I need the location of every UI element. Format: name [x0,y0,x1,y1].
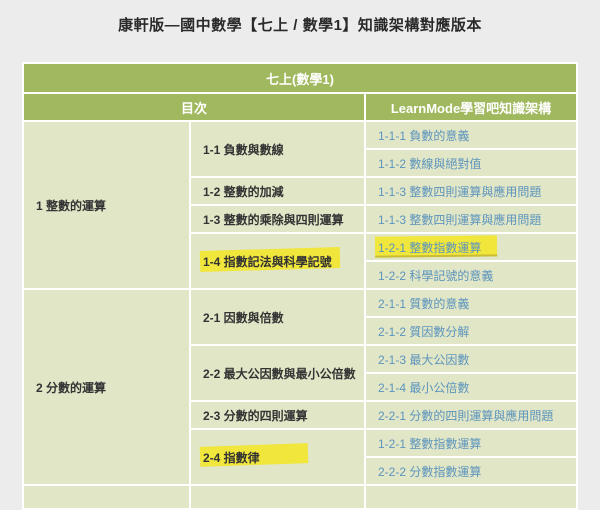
unit-cell: 2-2 最大公因數與最小公倍數 [191,346,364,400]
highlight-marker: 1-4 指數記法與科學記號 [203,254,332,269]
link-cell: 2-1-4 最小公倍數 [366,374,576,400]
link-cell: 2-2-2 分數指數運算 [366,458,576,484]
page-title: 康軒版—國中數學【七上 / 數學1】知識架構對應版本 [118,17,482,34]
unit-cell-highlighted: 1-4 指數記法與科學記號 [191,234,364,288]
column-header-toc: 目次 [24,94,364,120]
learnmode-link[interactable]: 2-2-1 分數的四則運算與應用問題 [378,409,553,423]
chapter-cell: 2 分數的運算 [24,290,189,484]
highlight-marker: 1-2-1 整數指數運算 [378,239,481,256]
knowledge-map-table: 七上(數學1) 目次 LearnMode學習吧知識架構 1 整數的運算 1-1 … [22,62,578,510]
unit-cell-highlighted: 2-4 指數律 [191,430,364,484]
table-row: 2 分數的運算 2-1 因數與倍數 2-1-1 質數的意義 [24,290,576,484]
learnmode-link[interactable]: 1-1-1 負數的意義 [378,129,469,143]
link-cell: 1-1-3 整數四則運算與應用問題 [366,178,576,204]
learnmode-link[interactable]: 2-1-1 質數的意義 [378,297,469,311]
learnmode-link[interactable]: 1-1-3 整數四則運算與應用問題 [378,213,541,227]
link-cell: 1-2-1 整數指數運算 [366,234,576,260]
unit-cell [191,486,364,508]
learnmode-link[interactable]: 1-1-3 整數四則運算與應用問題 [378,185,541,199]
link-cell [366,486,576,508]
table-row: 1 整數的運算 1-1 負數與數線 1-1-1 負數的意義 [24,122,576,288]
highlight-marker: 2-4 指數律 [203,450,260,465]
link-cell: 1-1-1 負數的意義 [366,122,576,148]
learnmode-link[interactable]: 1-2-2 科學記號的意義 [378,269,493,283]
unit-cell: 2-3 分數的四則運算 [191,402,364,428]
link-cell: 2-1-1 質數的意義 [366,290,576,316]
learnmode-link[interactable]: 2-1-3 最大公因數 [378,353,469,367]
learnmode-link[interactable]: 2-2-2 分數指數運算 [378,465,481,479]
unit-cell: 1-3 整數的乘除與四則運算 [191,206,364,232]
chapter-cell [24,486,189,508]
table-row-next-section [24,486,576,508]
link-cell: 2-2-1 分數的四則運算與應用問題 [366,402,576,428]
chapter-cell: 1 整數的運算 [24,122,189,288]
link-cell: 1-1-2 數線與絕對值 [366,150,576,176]
link-cell: 2-1-3 最大公因數 [366,346,576,372]
link-cell: 1-2-1 整數指數運算 [366,430,576,456]
table-header-row-semester: 七上(數學1) [24,64,576,92]
table-header-row-columns: 目次 LearnMode學習吧知識架構 [24,94,576,120]
unit-cell: 1-1 負數與數線 [191,122,364,176]
learnmode-link[interactable]: 1-2-1 整數指數運算 [378,437,481,451]
learnmode-link[interactable]: 2-1-4 最小公倍數 [378,381,469,395]
learnmode-link[interactable]: 1-1-2 數線與絕對值 [378,157,481,171]
link-cell: 1-2-2 科學記號的意義 [366,262,576,288]
link-cell: 1-1-3 整數四則運算與應用問題 [366,206,576,232]
learnmode-link-highlighted[interactable]: 1-2-1 整數指數運算 [378,241,481,255]
learnmode-link[interactable]: 2-1-2 質因數分解 [378,325,469,339]
unit-cell: 2-1 因數與倍數 [191,290,364,344]
column-header-learnmode: LearnMode學習吧知識架構 [366,94,576,120]
link-cell: 2-1-2 質因數分解 [366,318,576,344]
semester-header: 七上(數學1) [24,64,576,92]
unit-cell: 1-2 整數的加減 [191,178,364,204]
